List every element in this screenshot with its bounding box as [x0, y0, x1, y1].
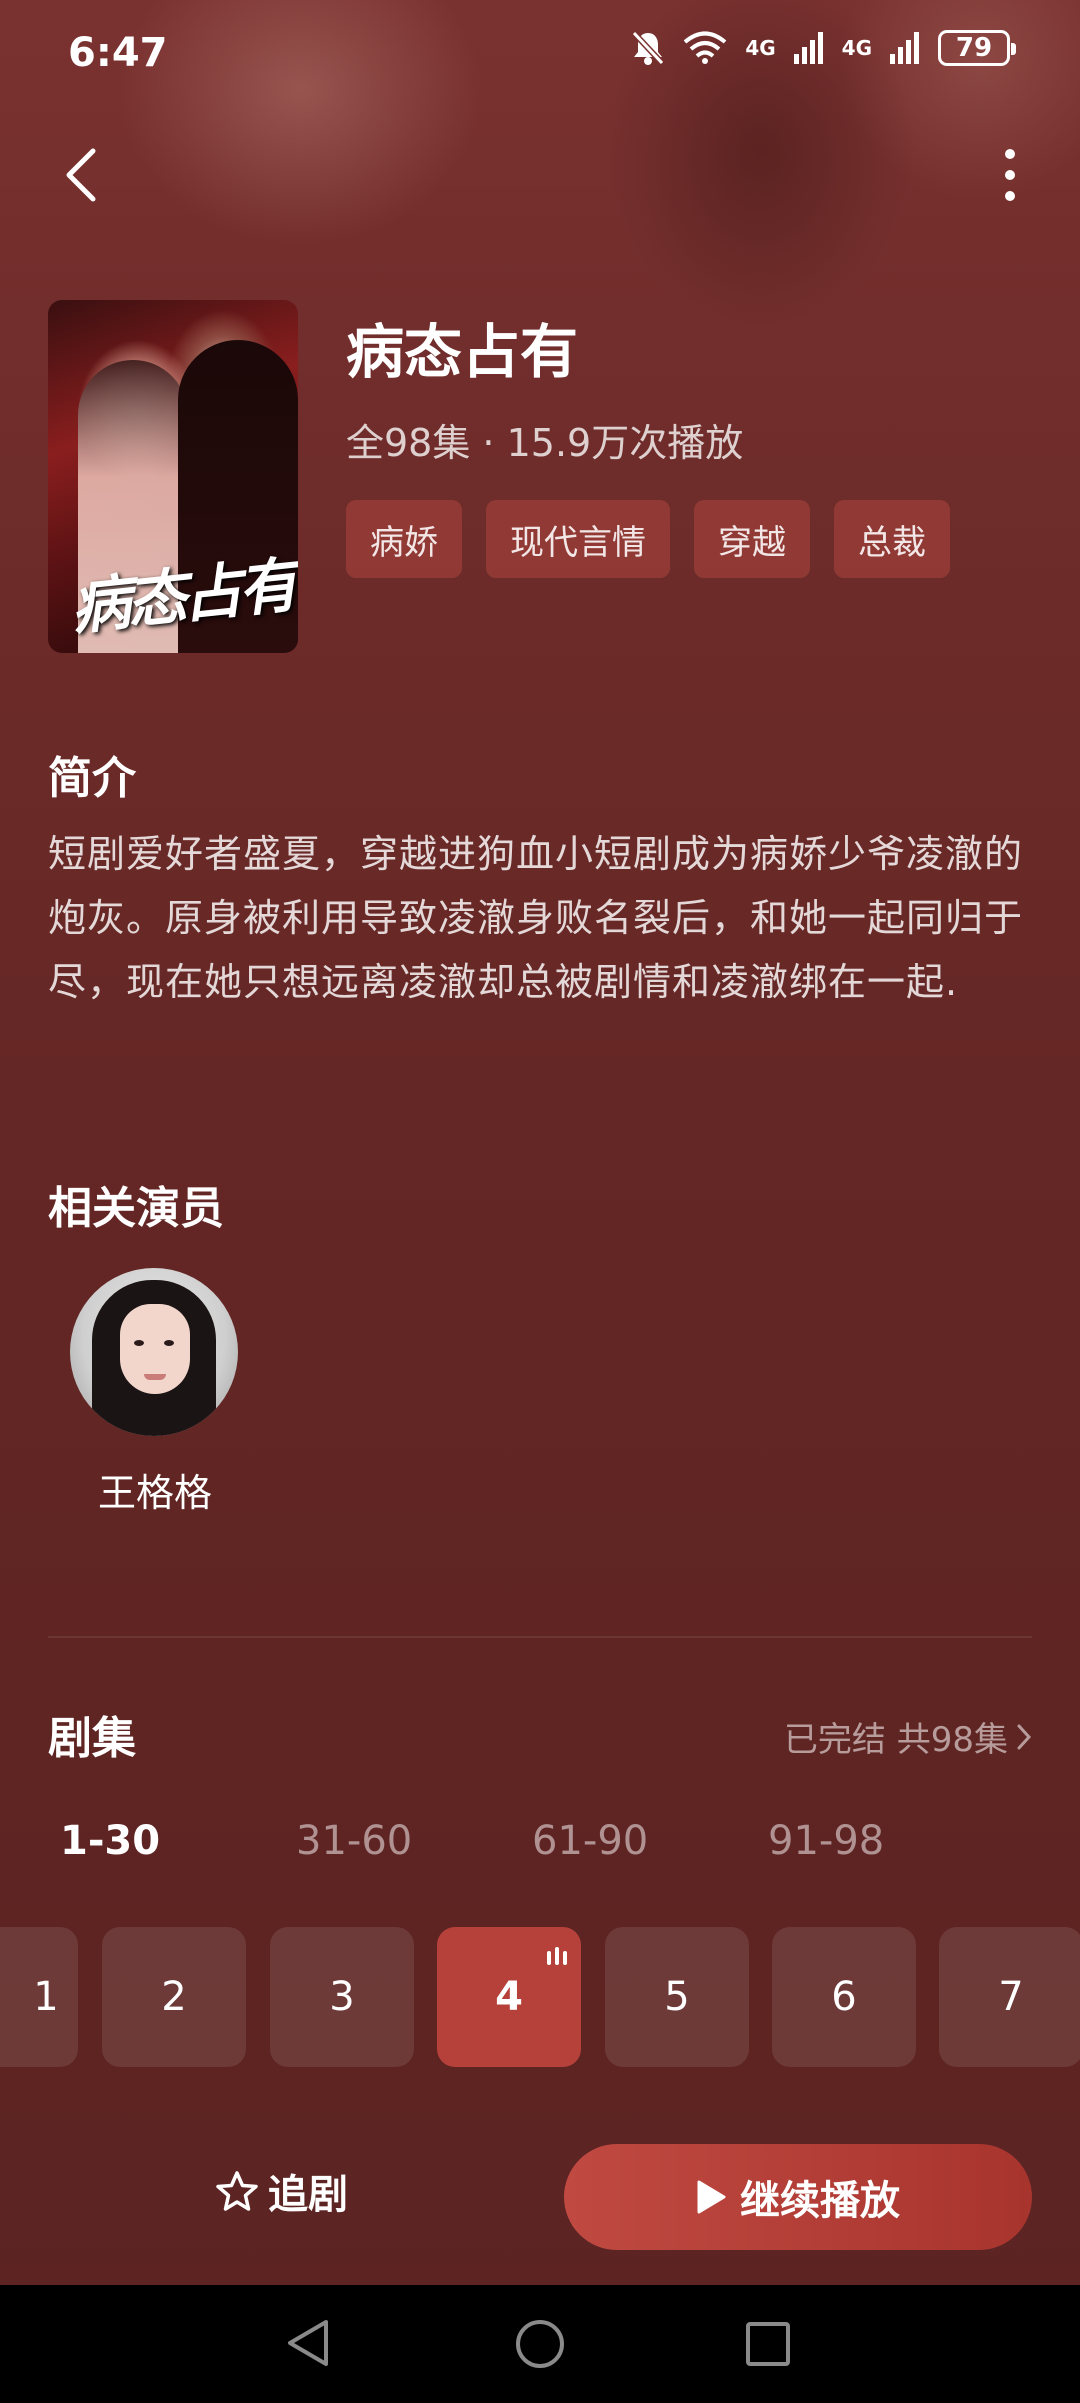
cast-heading: 相关演员 [48, 1183, 224, 1234]
episodes-heading: 剧集 [48, 1713, 136, 1764]
continue-play-button[interactable]: 继续播放 [564, 2144, 1032, 2250]
avatar [70, 1268, 238, 1436]
status-icons: 4G 4G 79 [631, 30, 1016, 66]
actor-name: 王格格 [97, 1471, 212, 1515]
show-poster[interactable]: 病态占有 [48, 300, 298, 653]
show-title: 病态占有 [346, 318, 579, 386]
episode-status-text: 已完结 共98集 [783, 1720, 1008, 1760]
battery-level: 79 [955, 33, 993, 63]
genre-tags: 病娇 现代言情 穿越 总裁 [346, 500, 950, 578]
episode-button[interactable]: 5 [605, 1927, 749, 2067]
episode-number: 7 [998, 1974, 1024, 2020]
genre-tag[interactable]: 现代言情 [486, 500, 670, 578]
more-options-button[interactable] [980, 140, 1040, 210]
episode-button[interactable]: 3 [270, 1927, 414, 2067]
genre-tag[interactable]: 穿越 [694, 500, 810, 578]
nav-recents-icon[interactable] [746, 2322, 790, 2366]
avatar-face [120, 1304, 190, 1394]
episode-button[interactable]: 7 [939, 1927, 1080, 2067]
chevron-right-icon [1017, 1724, 1032, 1749]
episode-number: 6 [831, 1974, 857, 2020]
signal-icon-2 [890, 32, 919, 64]
section-divider [48, 1636, 1032, 1638]
nav-back-icon[interactable] [286, 2318, 330, 2368]
episode-range-tabs: 1-30 31-60 61-90 91-98 [60, 1818, 1004, 1864]
tab-range-91-98[interactable]: 91-98 [768, 1818, 1004, 1864]
follow-label: 追剧 [268, 2172, 348, 2218]
episode-button-current[interactable]: 4 [437, 1927, 581, 2067]
actor-card[interactable]: 王格格 [70, 1268, 240, 1517]
follow-button[interactable]: 追剧 [216, 2162, 348, 2220]
nav-home-icon[interactable] [516, 2320, 564, 2368]
episode-number: 2 [161, 1974, 187, 2020]
episode-status-link[interactable]: 已完结 共98集 [784, 1712, 1032, 1761]
mute-bell-icon [632, 30, 665, 66]
synopsis-heading: 简介 [48, 753, 136, 804]
now-playing-icon [547, 1947, 567, 1965]
episode-number: 4 [495, 1974, 523, 2020]
status-time: 6:47 [68, 30, 168, 76]
play-icon [697, 2180, 726, 2214]
episode-button[interactable]: 1 [0, 1927, 78, 2067]
avatar-eye [164, 1340, 174, 1346]
battery-indicator: 79 [938, 30, 1016, 66]
back-button[interactable] [50, 140, 110, 210]
episode-number: 5 [664, 1974, 690, 2020]
episode-number: 1 [33, 1974, 59, 2020]
genre-tag[interactable]: 总裁 [834, 500, 950, 578]
star-icon [216, 2171, 258, 2211]
more-dot-icon [1005, 191, 1015, 201]
episode-list[interactable]: 1 2 3 4 5 6 7 [0, 1927, 1080, 2067]
episode-button[interactable]: 6 [772, 1927, 916, 2067]
avatar-mouth [144, 1374, 166, 1380]
chevron-left-icon [66, 148, 96, 202]
signal-icon-1 [793, 32, 823, 64]
network-type-1: 4G [745, 36, 776, 60]
status-bar: 6:47 4G 4G 79 [0, 0, 1080, 110]
synopsis-text: 短剧爱好者盛夏，穿越进狗血小短剧成为病娇少爷凌澈的炮灰。原身被利用导致凌澈身败名… [48, 832, 1024, 1004]
show-meta: 全98集 · 15.9万次播放 [346, 421, 744, 465]
continue-play-label: 继续播放 [740, 2178, 900, 2224]
tab-range-31-60[interactable]: 31-60 [296, 1818, 532, 1864]
more-dot-icon [1005, 149, 1015, 159]
tab-range-1-30[interactable]: 1-30 [60, 1818, 296, 1864]
avatar-eye [134, 1340, 144, 1346]
more-dot-icon [1005, 170, 1015, 180]
wifi-icon [684, 31, 727, 64]
episode-number: 3 [329, 1974, 355, 2020]
episode-button[interactable]: 2 [102, 1927, 246, 2067]
tab-range-61-90[interactable]: 61-90 [532, 1818, 768, 1864]
genre-tag[interactable]: 病娇 [346, 500, 462, 578]
network-type-2: 4G [841, 36, 872, 60]
